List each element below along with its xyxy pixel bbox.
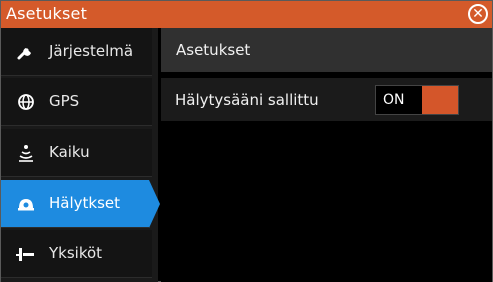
toggle-knob <box>422 86 458 114</box>
close-icon[interactable]: ✕ <box>468 4 488 24</box>
units-icon <box>16 248 34 261</box>
globe-icon <box>18 94 34 110</box>
sidebar-item-label: Järjestelmä <box>49 42 134 60</box>
setting-row[interactable]: Hälytysääni sallittu ON <box>161 78 492 121</box>
sidebar-item-gps[interactable]: GPS <box>1 78 152 126</box>
alarm-icon <box>18 199 34 211</box>
sidebar-item-label: Kaiku <box>49 143 90 161</box>
sidebar-item-halytykset[interactable]: Hälytkset <box>1 180 160 228</box>
toggle-state: ON <box>383 92 405 108</box>
sidebar-item-label: Yksiköt <box>49 244 103 262</box>
sidebar: Järjestelmä GPS Kaiku Hälytkset Yksiköt <box>1 28 160 282</box>
sidebar-item-label: Hälytkset <box>49 194 121 212</box>
title-bar: Asetukset ✕ <box>1 1 492 28</box>
setting-label: Hälytysääni sallittu <box>175 91 319 109</box>
sidebar-item-label: GPS <box>49 92 80 110</box>
settings-panel: Asetukset Hälytysääni sallittu ON <box>161 28 492 282</box>
panel-title: Asetukset <box>176 41 251 59</box>
sidebar-item-yksikot[interactable]: Yksiköt <box>1 230 152 278</box>
sidebar-item-kaiku[interactable]: Kaiku <box>1 129 152 177</box>
alarm-sound-toggle[interactable]: ON <box>375 85 459 115</box>
wrench-icon <box>17 48 31 60</box>
sonar-icon <box>19 145 33 162</box>
panel-header: Asetukset <box>161 28 492 72</box>
window-title: Asetukset <box>6 4 88 23</box>
sidebar-item-jarjestelma[interactable]: Järjestelmä <box>1 28 152 76</box>
settings-window: Asetukset ✕ Järjestelmä GPS Kaiku Hälytk… <box>0 0 493 282</box>
